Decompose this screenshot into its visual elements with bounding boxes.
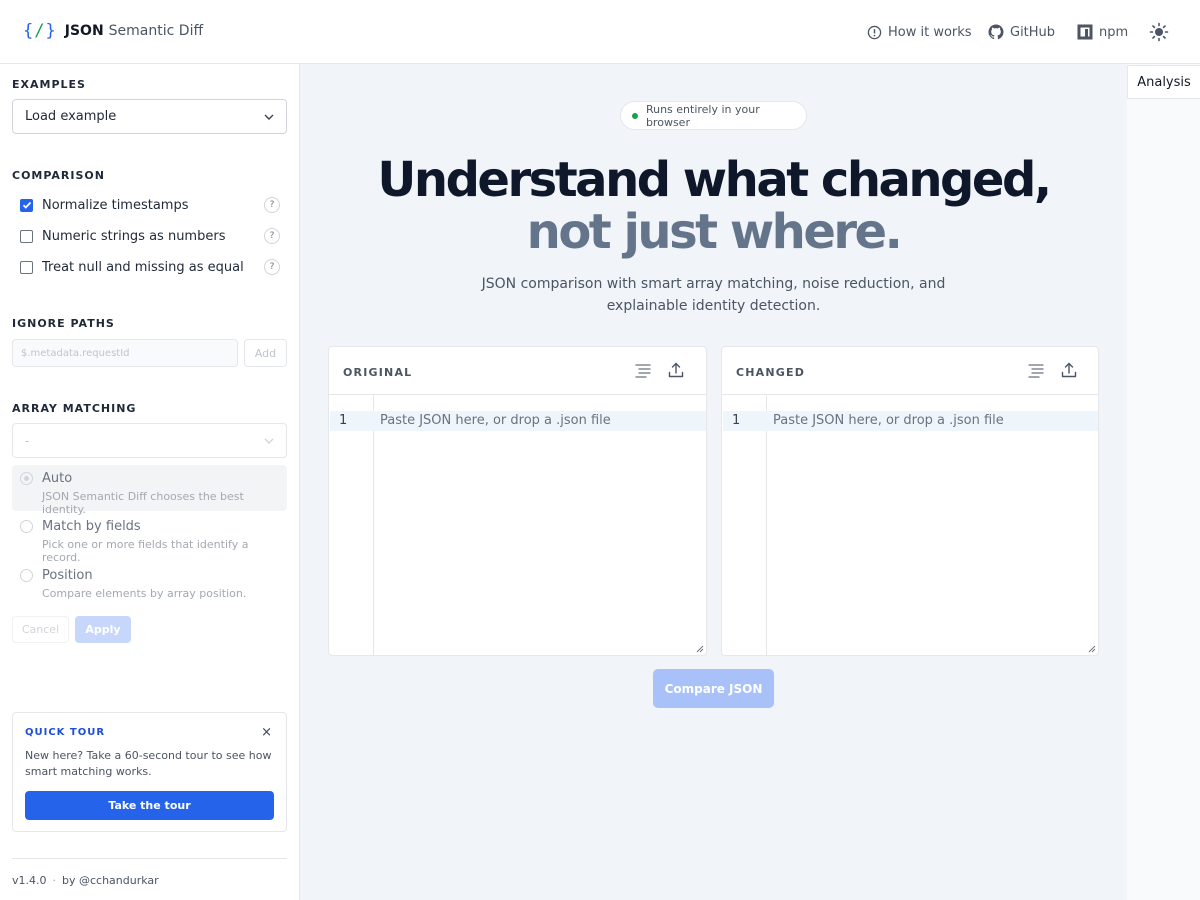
examples-title: EXAMPLES [12, 78, 86, 91]
radio-auto[interactable]: Auto JSON Semantic Diff chooses the best… [12, 465, 287, 516]
resize-handle-icon[interactable] [1088, 645, 1096, 653]
status-dot-icon [632, 112, 638, 119]
tour-text: New here? Take a 60-second tour to see h… [25, 749, 272, 778]
checkbox-checked[interactable] [20, 198, 33, 212]
logo-title-strong: JSON [64, 23, 104, 39]
nav-github-label: GitHub [1010, 24, 1056, 40]
radio[interactable] [20, 569, 33, 582]
cancel-button[interactable]: Cancel [12, 616, 69, 643]
array-matching-title: ARRAY MATCHING [12, 402, 137, 415]
line-number: 1 [339, 413, 348, 428]
radio-match-by-fields[interactable]: Match by fields Pick one or more fields … [12, 513, 287, 564]
headline-primary: Understand what changed, [377, 152, 1052, 208]
radio-selected[interactable] [20, 472, 33, 485]
tour-title: QUICK TOUR [25, 727, 106, 738]
changed-editor-panel: CHANGED 1 Paste JSON here, or drop a .js… [721, 346, 1099, 656]
original-editor-panel: ORIGINAL 1 Paste JSON here, or drop a .j… [328, 346, 707, 656]
help-icon[interactable]: ? [264, 228, 280, 244]
radio-position[interactable]: Position Compare elements by array posit… [12, 562, 287, 608]
panel-header: ORIGINAL [329, 347, 706, 395]
main-content: Runs entirely in your browser Understand… [300, 64, 1127, 900]
option-normalize-timestamps[interactable]: Normalize timestamps ? [20, 195, 280, 215]
checkbox[interactable] [20, 260, 33, 274]
comparison-title: COMPARISON [12, 169, 105, 182]
analysis-rail [1127, 64, 1200, 900]
chevron-down-icon [264, 438, 274, 444]
radio-description: Pick one or more fields that identify a … [42, 538, 249, 564]
examples-select-value: Load example [25, 109, 117, 124]
headline-secondary: not just where. [526, 204, 903, 260]
line-gutter [722, 395, 767, 655]
tab-analysis[interactable]: Analysis [1127, 65, 1200, 99]
braces-logo-icon: {/} [23, 21, 57, 41]
array-select-value: - [25, 433, 30, 448]
github-icon [988, 24, 1004, 40]
version-label: v1.4.0 [12, 874, 47, 887]
app-logo[interactable]: {/} JSON Semantic Diff [23, 20, 203, 42]
sun-icon [1149, 22, 1169, 42]
option-label: Numeric strings as numbers [42, 228, 226, 244]
ignore-paths-title: IGNORE PATHS [12, 317, 115, 330]
author-link[interactable]: by @cchandurkar [62, 874, 159, 887]
radio-label: Auto [42, 471, 73, 486]
option-numeric-strings[interactable]: Numeric strings as numbers ? [20, 226, 280, 246]
ignore-path-input[interactable]: $.metadata.requestId [12, 339, 238, 367]
upload-icon[interactable] [667, 361, 685, 379]
divider [12, 858, 287, 859]
radio-label: Match by fields [42, 519, 141, 534]
separator: · [52, 874, 57, 887]
help-icon[interactable]: ? [264, 259, 280, 275]
nav-github[interactable]: GitHub [988, 22, 1055, 42]
format-icon[interactable] [634, 361, 652, 379]
chevron-down-icon [264, 114, 274, 120]
quick-tour-card: QUICK TOUR × New here? Take a 60-second … [12, 712, 287, 832]
nav-npm[interactable]: npm [1077, 22, 1128, 42]
format-icon[interactable] [1027, 361, 1045, 379]
help-icon[interactable]: ? [264, 197, 280, 213]
panel-title: ORIGINAL [343, 366, 413, 379]
option-null-missing-equal[interactable]: Treat null and missing as equal ? [20, 257, 280, 277]
panel-header: CHANGED [722, 347, 1098, 395]
compare-json-button[interactable]: Compare JSON [653, 669, 774, 708]
theme-toggle-button[interactable] [1149, 22, 1169, 42]
array-path-select[interactable]: - [12, 423, 287, 458]
info-icon [867, 25, 882, 39]
app-header: {/} JSON Semantic Diff How it works GitH… [0, 0, 1200, 64]
npm-icon [1077, 24, 1093, 40]
page-subtitle: JSON comparison with smart array matchin… [481, 276, 946, 314]
checkbox[interactable] [20, 229, 33, 243]
radio-description: Compare elements by array position. [42, 587, 247, 600]
apply-button[interactable]: Apply [75, 616, 131, 643]
logo-title-rest: Semantic Diff [108, 23, 204, 39]
check-icon [22, 201, 31, 209]
close-icon[interactable]: × [261, 725, 272, 740]
radio[interactable] [20, 520, 33, 533]
resize-handle-icon[interactable] [696, 645, 704, 653]
nav-npm-label: npm [1099, 24, 1129, 40]
option-label: Treat null and missing as equal [42, 259, 244, 275]
line-gutter [329, 395, 374, 655]
examples-select[interactable]: Load example [12, 99, 287, 134]
sidebar-footer: v1.4.0 · by @cchandurkar [12, 874, 159, 887]
status-badge-label: Runs entirely in your browser [645, 102, 760, 129]
option-label: Normalize timestamps [42, 197, 189, 213]
nav-how-it-works[interactable]: How it works [867, 22, 972, 42]
status-badge: Runs entirely in your browser [620, 101, 807, 130]
panel-title: CHANGED [736, 366, 806, 379]
changed-json-input[interactable]: Paste JSON here, or drop a .json file [773, 413, 1004, 428]
add-path-button[interactable]: Add [244, 339, 287, 367]
original-json-input[interactable]: Paste JSON here, or drop a .json file [380, 413, 611, 428]
upload-icon[interactable] [1060, 361, 1078, 379]
sidebar: EXAMPLES Load example COMPARISON Normali… [0, 64, 300, 900]
radio-label: Position [42, 568, 93, 583]
nav-how-label: How it works [888, 24, 972, 40]
line-number: 1 [732, 413, 741, 428]
take-tour-button[interactable]: Take the tour [25, 791, 274, 820]
